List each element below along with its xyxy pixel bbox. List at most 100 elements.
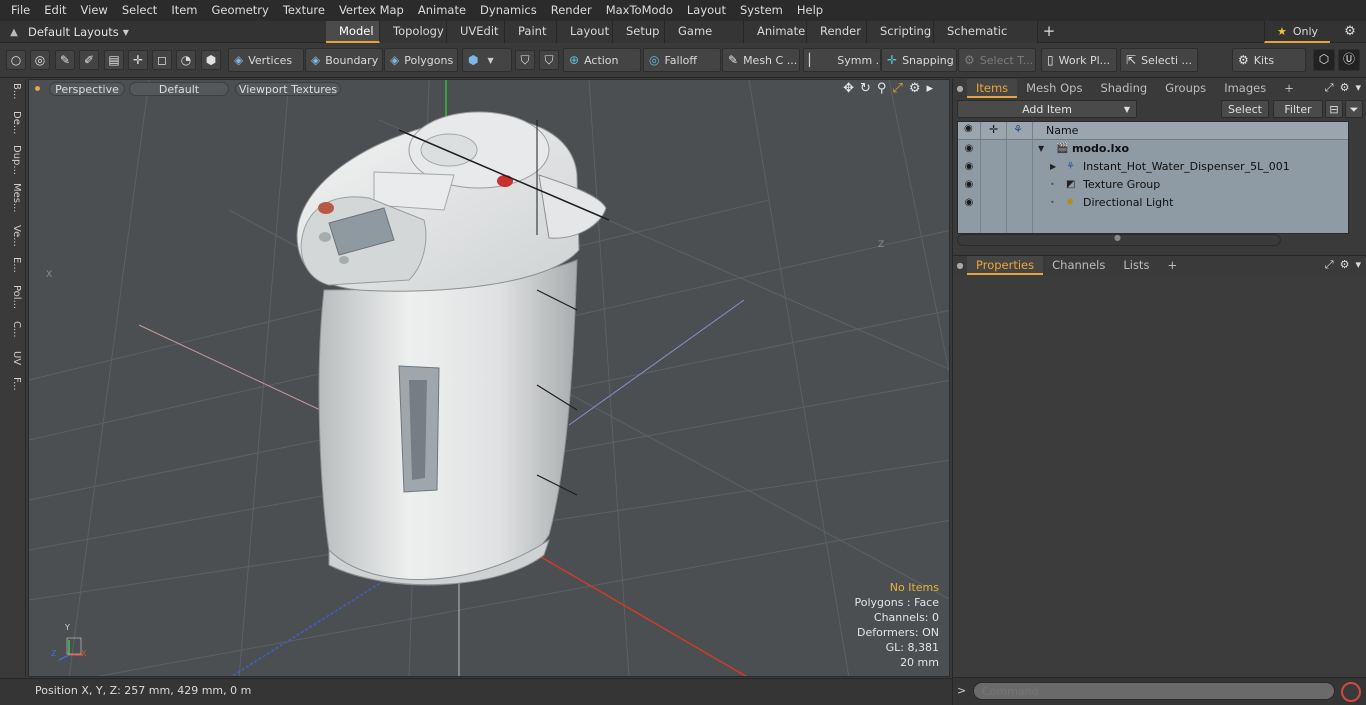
tab-render[interactable]: Render: [807, 21, 867, 43]
transform-icon[interactable]: ✛: [128, 50, 148, 70]
left-tab-curve[interactable]: C...: [4, 321, 22, 338]
falloff-button[interactable]: ◎ Falloff: [643, 48, 721, 72]
menu-help[interactable]: Help: [790, 0, 830, 21]
tab-uvedit[interactable]: UVEdit: [447, 21, 505, 43]
viewport-textures-button[interactable]: Viewport Textures: [235, 82, 341, 96]
add-panel-tab-icon[interactable]: +: [1275, 79, 1303, 98]
menu-select[interactable]: Select: [115, 0, 164, 21]
menu-file[interactable]: File: [4, 0, 37, 21]
viewport-scene[interactable]: [29, 80, 950, 677]
snapping-button[interactable]: ✛ Snapping: [881, 48, 957, 72]
left-tab-fusion[interactable]: F...: [4, 377, 22, 391]
list-item-texture-group[interactable]: ◉ • ◩ Texture Group: [958, 176, 1348, 194]
tab-lists[interactable]: Lists: [1114, 256, 1158, 275]
tab-model[interactable]: Model: [326, 21, 380, 43]
tab-paint[interactable]: Paint: [505, 21, 557, 43]
tab-schematic-fusion[interactable]: Schematic Fusion: [934, 21, 1038, 59]
orbit-icon[interactable]: ↻: [860, 81, 871, 96]
mesh-constraint-button[interactable]: ✎ Mesh C ...: [722, 48, 800, 72]
type-column-icon[interactable]: ⚘: [1013, 123, 1023, 136]
menu-view[interactable]: View: [74, 0, 115, 21]
visibility-eye-icon[interactable]: ◉: [964, 123, 973, 134]
menu-texture[interactable]: Texture: [276, 0, 332, 21]
menu-layout[interactable]: Layout: [680, 0, 733, 21]
vertices-button[interactable]: ◈ Vertices: [228, 48, 304, 72]
eye-icon[interactable]: ◉: [962, 158, 976, 176]
polygons-button[interactable]: ◈ Polygons: [384, 48, 458, 72]
collapse-icon[interactable]: ⊟: [1325, 100, 1343, 118]
menu-animate[interactable]: Animate: [411, 0, 473, 21]
collapse-triangle-icon[interactable]: ▶: [1050, 158, 1056, 176]
tab-game-tools[interactable]: Game Tools: [665, 21, 744, 59]
left-tab-duplicate[interactable]: Dup...: [4, 145, 22, 175]
panel-menu-dot[interactable]: ●: [953, 261, 967, 270]
shield-icon[interactable]: ⛉: [515, 50, 535, 70]
unreal-icon[interactable]: Ⓤ: [1338, 49, 1360, 71]
tab-images[interactable]: Images: [1215, 79, 1275, 98]
pen-tool-icon[interactable]: ✎: [55, 50, 75, 70]
boundary-button[interactable]: ◈ Boundary: [305, 48, 383, 72]
left-tab-vertex[interactable]: Ve...: [4, 225, 22, 247]
menu-maxtomodo[interactable]: MaxToModo: [599, 0, 680, 21]
tab-layout[interactable]: Layout: [557, 21, 613, 43]
filter-funnel-icon[interactable]: ⏷: [1345, 100, 1363, 118]
layout-selector[interactable]: ▲ Default Layouts ▼: [0, 21, 129, 43]
perspective-button[interactable]: Perspective: [49, 82, 125, 96]
menu-vertex-map[interactable]: Vertex Map: [332, 0, 411, 21]
cube-icon[interactable]: ⬢: [201, 50, 221, 70]
gear-icon[interactable]: ⚙: [1336, 21, 1364, 43]
tab-properties[interactable]: Properties: [967, 255, 1044, 275]
3d-viewport[interactable]: Perspective Default Viewport Textures ✥ …: [28, 79, 950, 677]
zoom-icon[interactable]: ⚲: [877, 81, 887, 96]
center-icon[interactable]: ◻: [152, 50, 172, 70]
expand-panel-icon[interactable]: ⤢: [1325, 81, 1334, 95]
lock-column-icon[interactable]: ✛: [989, 123, 998, 136]
globe-icon[interactable]: ◎: [30, 50, 50, 70]
shading-default-button[interactable]: Default: [129, 82, 229, 96]
work-plane-button[interactable]: ▯ Work Pl...: [1041, 48, 1117, 72]
menu-edit[interactable]: Edit: [37, 0, 73, 21]
menu-render[interactable]: Render: [544, 0, 599, 21]
eye-icon[interactable]: ◉: [962, 176, 976, 194]
item-list-scrollbar[interactable]: ●: [957, 233, 1281, 246]
item-mode-dropdown[interactable]: ⬢ ▼: [462, 48, 512, 72]
tab-groups[interactable]: Groups: [1156, 79, 1215, 98]
menu-item[interactable]: Item: [164, 0, 204, 21]
tab-channels[interactable]: Channels: [1043, 256, 1114, 275]
panel-gear-icon[interactable]: ⚙: [1340, 81, 1350, 95]
panel-gear-icon[interactable]: ⚙: [1340, 258, 1350, 272]
maximize-icon[interactable]: ⤢: [892, 81, 902, 96]
panel-menu-icon[interactable]: ▾: [1355, 81, 1361, 95]
kits-button[interactable]: ⚙ Kits: [1232, 48, 1306, 72]
tab-scripting[interactable]: Scripting: [867, 21, 934, 43]
left-tab-mesh-edit[interactable]: Mes...: [4, 183, 22, 213]
select-through-button[interactable]: ⚙ Select T...: [958, 48, 1036, 72]
add-item-dropdown[interactable]: Add Item ▼: [957, 100, 1137, 118]
panel-menu-dot[interactable]: ●: [953, 84, 967, 93]
selection-sets-button[interactable]: ⇱ Selecti ...: [1120, 48, 1198, 72]
tab-setup[interactable]: Setup: [613, 21, 665, 43]
add-panel-tab-icon[interactable]: +: [1158, 256, 1186, 275]
viewport-options-dot[interactable]: [35, 86, 40, 91]
column-name[interactable]: Name: [1046, 124, 1078, 137]
list-item-directional-light[interactable]: ◉ • ✹ Directional Light: [958, 194, 1348, 212]
viewport-menu-arrow-icon[interactable]: ▸: [926, 81, 933, 96]
menu-dynamics[interactable]: Dynamics: [473, 0, 544, 21]
eye-icon[interactable]: ◉: [962, 140, 976, 158]
panel-menu-icon[interactable]: ▾: [1355, 258, 1361, 272]
expand-triangle-icon[interactable]: ▼: [1038, 140, 1044, 158]
left-tab-basic[interactable]: B...: [4, 83, 22, 99]
select-button[interactable]: Select: [1221, 100, 1269, 118]
align-icon[interactable]: ▤: [104, 50, 124, 70]
menu-geometry[interactable]: Geometry: [205, 0, 276, 21]
tab-shading[interactable]: Shading: [1091, 79, 1156, 98]
tab-topology[interactable]: Topology: [380, 21, 447, 43]
action-center-button[interactable]: ⊕ Action: [563, 48, 641, 72]
symmetry-button[interactable]: ▏ Symm ...: [803, 48, 881, 72]
left-tab-polygon[interactable]: Pol...: [4, 285, 22, 309]
viewport-gear-icon[interactable]: ⚙: [909, 81, 921, 96]
command-input[interactable]: [973, 682, 1335, 700]
left-tab-edge[interactable]: E...: [4, 257, 22, 273]
expand-panel-icon[interactable]: ⤢: [1325, 258, 1334, 272]
list-item-mesh[interactable]: ◉ ▶ ⚘ Instant_Hot_Water_Dispenser_5L_001: [958, 158, 1348, 176]
